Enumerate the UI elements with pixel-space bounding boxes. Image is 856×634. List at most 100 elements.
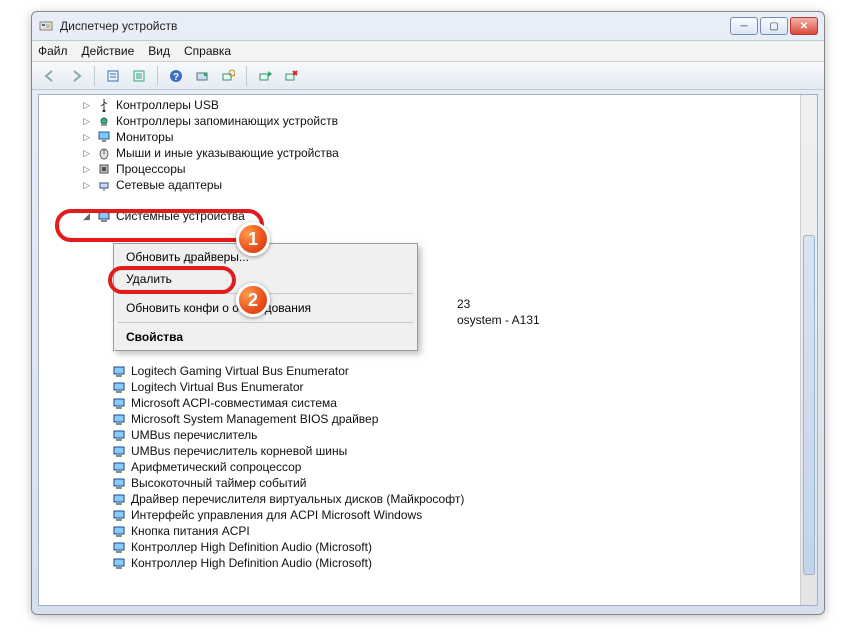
computer-icon — [111, 459, 127, 475]
hidden-devices-icon[interactable] — [190, 65, 214, 87]
expand-icon[interactable]: ▷ — [81, 132, 92, 143]
computer-icon — [111, 523, 127, 539]
network-icon — [96, 177, 112, 193]
svg-text:?: ? — [173, 72, 179, 83]
ctx-update-drivers[interactable]: Обновить драйверы... — [116, 246, 415, 268]
computer-icon — [111, 491, 127, 507]
computer-icon — [96, 208, 112, 224]
computer-icon — [111, 363, 127, 379]
computer-icon — [111, 475, 127, 491]
computer-icon — [111, 539, 127, 555]
expand-icon[interactable]: ▷ — [81, 164, 92, 175]
computer-icon — [111, 443, 127, 459]
tree-category[interactable]: ▷ Мониторы — [39, 129, 800, 145]
usb-icon — [96, 97, 112, 113]
tree-item-label: Драйвер перечислителя виртуальных дисков… — [131, 492, 464, 506]
forward-button[interactable] — [64, 65, 88, 87]
computer-icon — [111, 411, 127, 427]
vertical-scrollbar[interactable] — [800, 95, 817, 605]
monitor-icon — [96, 129, 112, 145]
tree-item-label: Logitech Virtual Bus Enumerator — [131, 380, 304, 394]
menubar: Файл Действие Вид Справка — [32, 40, 824, 62]
tree-item[interactable]: Контроллер High Definition Audio (Micros… — [39, 539, 800, 555]
menu-file[interactable]: Файл — [38, 44, 68, 58]
scrollbar-thumb[interactable] — [803, 235, 815, 575]
mouse-icon — [96, 145, 112, 161]
update-driver-icon[interactable] — [253, 65, 277, 87]
toolbar-separator — [94, 66, 95, 86]
tree-item[interactable]: Контроллер High Definition Audio (Micros… — [39, 555, 800, 571]
ctx-scan-hardware[interactable]: Обновить конфи о оборудования — [116, 297, 415, 319]
titlebar[interactable]: Диспетчер устройств ─ ▢ ✕ — [32, 12, 824, 40]
tree-category[interactable]: ▷ Мыши и иные указывающие устройства — [39, 145, 800, 161]
tree-item-label: Кнопка питания ACPI — [131, 524, 250, 538]
tree-label: Контроллеры USB — [116, 98, 219, 112]
ctx-delete[interactable]: Удалить — [116, 268, 415, 290]
tree-label: Системные устройства — [116, 209, 245, 223]
tree-item[interactable]: Кнопка питания ACPI — [39, 523, 800, 539]
collapse-icon[interactable]: ◢ — [81, 211, 92, 222]
tree-label: Сетевые адаптеры — [116, 178, 222, 192]
expand-icon[interactable]: ▷ — [81, 148, 92, 159]
tree-item-label: Logitech Gaming Virtual Bus Enumerator — [131, 364, 349, 378]
tree-item-label: UMBus перечислитель корневой шины — [131, 444, 347, 458]
context-menu: Обновить драйверы... Удалить Обновить ко… — [113, 243, 418, 351]
window-title: Диспетчер устройств — [60, 19, 730, 33]
toolbar-separator — [157, 66, 158, 86]
storage-icon — [96, 113, 112, 129]
properties-icon[interactable] — [101, 65, 125, 87]
tree-item-partial: 23 — [457, 297, 470, 311]
tree-label: Мыши и иные указывающие устройства — [116, 146, 339, 160]
back-button[interactable] — [38, 65, 62, 87]
tree-item[interactable]: UMBus перечислитель — [39, 427, 800, 443]
computer-icon — [111, 427, 127, 443]
menu-help[interactable]: Справка — [184, 44, 231, 58]
tree-item[interactable]: Microsoft System Management BIOS драйвер — [39, 411, 800, 427]
tree-category[interactable]: ▷ Контроллеры USB — [39, 97, 800, 113]
tree-item-label: Контроллер High Definition Audio (Micros… — [131, 556, 372, 570]
expand-icon[interactable]: ▷ — [81, 100, 92, 111]
tree-category[interactable]: ▷ Процессоры — [39, 161, 800, 177]
tree-item[interactable]: Арифметический сопроцессор — [39, 459, 800, 475]
maximize-button[interactable]: ▢ — [760, 17, 788, 35]
expand-icon[interactable]: ▷ — [81, 116, 92, 127]
tree-item[interactable]: UMBus перечислитель корневой шины — [39, 443, 800, 459]
close-button[interactable]: ✕ — [790, 17, 818, 35]
computer-icon — [111, 507, 127, 523]
scan-hardware-icon[interactable] — [216, 65, 240, 87]
tree-item-label: Арифметический сопроцессор — [131, 460, 301, 474]
tree-item[interactable]: Microsoft ACPI-совместимая система — [39, 395, 800, 411]
tree-item[interactable]: Высокоточный таймер событий — [39, 475, 800, 491]
tree-item-label: Microsoft System Management BIOS драйвер — [131, 412, 378, 426]
tree-item-label: Microsoft ACPI-совместимая система — [131, 396, 337, 410]
toolbar: ? — [32, 62, 824, 90]
window-controls: ─ ▢ ✕ — [730, 17, 818, 35]
tree-category-system-devices[interactable]: ◢ Системные устройства — [39, 208, 245, 224]
menu-view[interactable]: Вид — [148, 44, 170, 58]
computer-icon — [111, 379, 127, 395]
tree-item-label: Интерфейс управления для ACPI Microsoft … — [131, 508, 422, 522]
tree-label: Процессоры — [116, 162, 186, 176]
help-icon[interactable]: ? — [164, 65, 188, 87]
tree-label: Контроллеры запоминающих устройств — [116, 114, 338, 128]
uninstall-icon[interactable] — [279, 65, 303, 87]
tree-item[interactable]: Драйвер перечислителя виртуальных дисков… — [39, 491, 800, 507]
tree-item[interactable]: Logitech Virtual Bus Enumerator — [39, 379, 800, 395]
ctx-properties[interactable]: Свойства — [116, 326, 415, 348]
menu-action[interactable]: Действие — [82, 44, 135, 58]
computer-icon — [111, 555, 127, 571]
tree-item[interactable]: Интерфейс управления для ACPI Microsoft … — [39, 507, 800, 523]
list-icon[interactable] — [127, 65, 151, 87]
tree-item-label: Контроллер High Definition Audio (Micros… — [131, 540, 372, 554]
minimize-button[interactable]: ─ — [730, 17, 758, 35]
cpu-icon — [96, 161, 112, 177]
tree-item-label: Высокоточный таймер событий — [131, 476, 306, 490]
ctx-separator — [118, 293, 413, 294]
tree-item[interactable]: Logitech Gaming Virtual Bus Enumerator — [39, 363, 800, 379]
tree-category[interactable]: ▷ Контроллеры запоминающих устройств — [39, 113, 800, 129]
expand-icon[interactable]: ▷ — [81, 180, 92, 191]
app-icon — [38, 18, 54, 34]
ctx-separator — [118, 322, 413, 323]
tree-category[interactable]: ▷ Сетевые адаптеры — [39, 177, 800, 193]
tree-item-partial: osystem - A131 — [457, 313, 540, 327]
